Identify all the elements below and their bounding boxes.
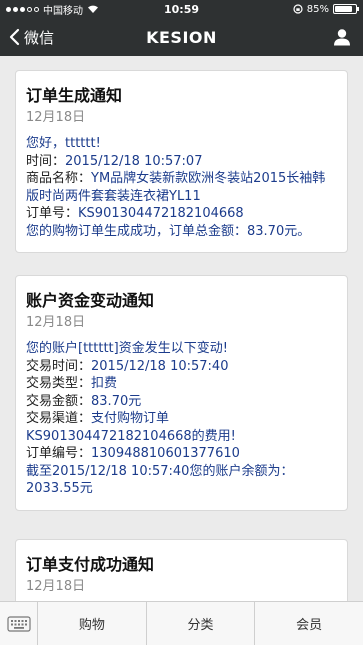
order-number-value: 130948810601377610: [91, 446, 240, 461]
intro-text: 您的账户[tttttt]资金发生以下变动!: [26, 341, 228, 356]
tx-channel-value: 支付购物订单: [91, 411, 170, 426]
battery-icon: [333, 4, 359, 14]
chevron-left-icon: [9, 28, 20, 46]
balance-text: 截至2015/12/18 10:57:40您的账户余额为：: [26, 463, 294, 479]
status-bar: 中国移动 10:59 85%: [0, 0, 363, 18]
order-number-value: KS901304472182104668: [78, 206, 244, 221]
order-created-card[interactable]: 订单生成通知 12月18日 您好，tttttt! 时间：2015/12/18 1…: [15, 70, 348, 253]
tx-type-value: 扣费: [91, 376, 118, 391]
order-number-label: 订单编号：: [26, 446, 92, 461]
user-profile-icon[interactable]: [333, 28, 351, 46]
menu-item-member[interactable]: 会员: [255, 602, 363, 645]
battery-info: 85%: [293, 3, 359, 15]
tx-channel-value-continued: KS901304472182104668的费用!: [26, 428, 236, 444]
payment-success-card[interactable]: 订单支付成功通知 12月18日: [15, 539, 348, 601]
nav-bar: 微信 KESION: [0, 18, 363, 56]
order-summary-text: 您的购物订单生成成功，订单总金额：83.70元。: [26, 223, 311, 239]
orientation-lock-icon: [293, 4, 303, 14]
page-title: KESION: [146, 27, 217, 47]
card-body: 您的账户[tttttt]资金发生以下变动! 交易时间：2015/12/18 10…: [26, 340, 337, 498]
card-title: 订单生成通知: [26, 86, 123, 105]
card-title: 账户资金变动通知: [26, 291, 155, 310]
back-button[interactable]: 微信: [8, 18, 54, 56]
tx-time-value: 2015/12/18 10:57:40: [91, 358, 229, 374]
order-number-label: 订单号：: [26, 206, 79, 221]
back-label: 微信: [24, 28, 55, 47]
carrier-name: 中国移动: [43, 5, 83, 17]
wifi-icon: [88, 5, 98, 13]
tx-type-label: 交易类型：: [26, 376, 92, 391]
tx-amount-value: 83.70元: [91, 393, 142, 409]
battery-percent: 85%: [306, 3, 329, 15]
bottom-menu-bar: 购物 分类 会员: [0, 601, 363, 645]
product-value-continued: 版时尚两件套套装连衣裙YL11: [26, 188, 201, 204]
menu-item-category[interactable]: 分类: [147, 602, 256, 645]
keyboard-icon: [6, 616, 31, 632]
balance-amount: 2033.55元: [26, 481, 93, 496]
menu-item-shopping[interactable]: 购物: [38, 602, 147, 645]
product-value: YM品牌女装新款欧洲冬装站2015长袖韩: [91, 171, 326, 186]
balance-change-card[interactable]: 账户资金变动通知 12月18日 您的账户[tttttt]资金发生以下变动! 交易…: [15, 275, 348, 511]
time-value: 2015/12/18 10:57:07: [65, 153, 203, 169]
tx-amount-label: 交易金额：: [26, 393, 92, 409]
card-body: 您好，tttttt! 时间：2015/12/18 10:57:07 商品名称：Y…: [26, 135, 337, 240]
card-date: 12月18日: [26, 579, 86, 594]
time-label: 时间：: [26, 153, 66, 169]
card-date: 12月18日: [26, 110, 86, 125]
card-title: 订单支付成功通知: [26, 555, 155, 574]
tx-channel-label: 交易渠道：: [26, 411, 92, 426]
carrier-info: 中国移动: [6, 2, 99, 17]
signal-strength-icon: [6, 6, 39, 12]
card-date: 12月18日: [26, 315, 86, 330]
greeting-text: 您好，tttttt!: [26, 136, 101, 151]
keyboard-toggle-button[interactable]: [0, 602, 38, 645]
tx-time-label: 交易时间：: [26, 358, 92, 374]
product-label: 商品名称：: [26, 171, 92, 186]
message-list[interactable]: 订单生成通知 12月18日 您好，tttttt! 时间：2015/12/18 1…: [0, 56, 363, 601]
